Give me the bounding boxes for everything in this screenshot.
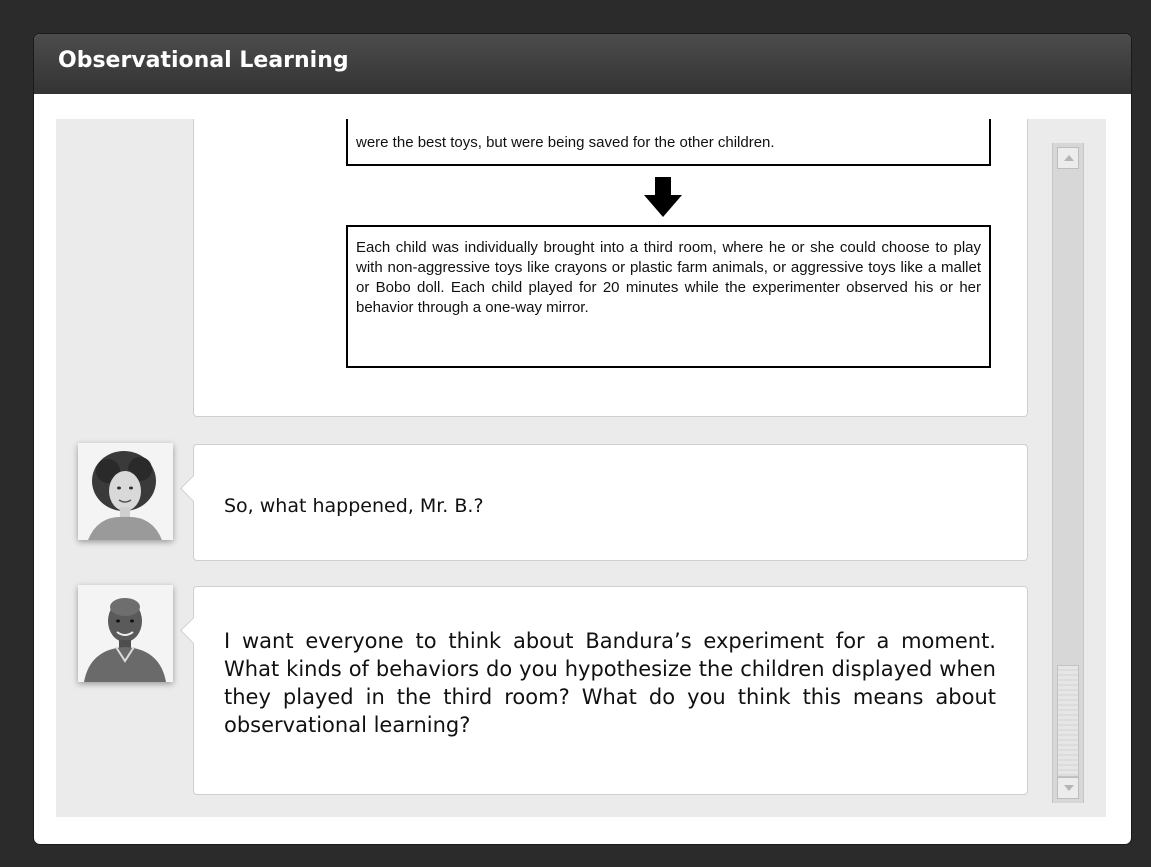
teacher-avatar [78,585,173,682]
down-arrow-icon [644,177,682,217]
chevron-up-icon [1064,155,1074,161]
diagram-card: were the best toys, but were being saved… [193,119,1028,417]
student-speech-bubble: So, what happened, Mr. B.? [180,444,1028,561]
scrollbar-thumb[interactable] [1057,665,1079,777]
app-window: Observational Learning were the best toy… [34,34,1131,844]
diagram-step-box: were the best toys, but were being saved… [346,119,991,166]
title-bar: Observational Learning [34,34,1131,94]
diagram-step-box-third-room: Each child was individually brought into… [346,225,991,368]
student-avatar [78,443,173,540]
student-message: So, what happened, Mr. B.? [224,495,484,517]
scroll-up-button[interactable] [1057,147,1079,169]
vertical-scrollbar[interactable] [1052,143,1084,803]
scroll-content-area[interactable]: were the best toys, but were being saved… [56,119,1106,817]
scroll-down-button[interactable] [1057,777,1079,799]
chevron-down-icon [1064,785,1074,791]
teacher-message: I want everyone to think about Bandura’s… [224,629,996,737]
bubble-tail [180,617,207,644]
student-portrait-icon [78,443,173,540]
window-title: Observational Learning [58,48,349,73]
bubble-tail [180,475,207,502]
teacher-portrait-icon [78,585,173,682]
teacher-speech-bubble: I want everyone to think about Bandura’s… [180,586,1028,795]
